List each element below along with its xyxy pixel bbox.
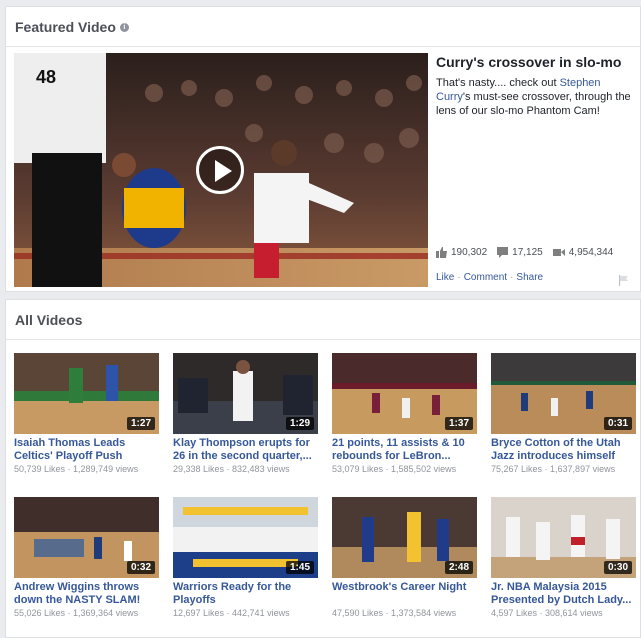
video-item[interactable]: 1:27 Isaiah Thomas Leads Celtics' Playof… <box>14 353 159 474</box>
video-duration: 0:31 <box>603 417 632 430</box>
video-duration: 1:27 <box>126 417 155 430</box>
video-thumbnail[interactable]: 0:30 <box>491 497 636 578</box>
video-duration: 1:37 <box>444 417 473 430</box>
video-thumbnail[interactable]: 2:48 <box>332 497 477 578</box>
featured-video-card: Featured Video i 48 Curry's crossover in… <box>5 6 641 292</box>
video-duration: 1:29 <box>285 417 314 430</box>
video-thumbnail[interactable]: 0:32 <box>14 497 159 578</box>
video-stats: 50,739 Likes · 1,289,749 views <box>14 464 139 474</box>
separator-dot: · <box>457 272 461 283</box>
all-videos-heading: All Videos <box>15 311 83 328</box>
desc-text-after: 's must-see crossover, through the lens … <box>436 91 631 117</box>
featured-video-actions: Like · Comment · Share <box>436 272 543 283</box>
separator-dot: · <box>510 272 514 283</box>
video-stats: 4,597 Likes · 308,614 views <box>491 608 603 618</box>
video-duration: 0:32 <box>126 561 155 574</box>
featured-video-info: Curry's crossover in slo-mo That's nasty… <box>436 53 636 118</box>
video-item[interactable]: 2:48 Westbrook's Career Night 47,590 Lik… <box>332 497 477 618</box>
video-thumbnail[interactable]: 1:29 <box>173 353 318 434</box>
video-title[interactable]: Bryce Cotton of the Utah Jazz introduces… <box>491 437 636 463</box>
comment-icon <box>497 247 509 258</box>
all-videos-card: All Videos 1:27 Isaiah Thomas Leads Celt… <box>5 299 641 638</box>
featured-video-header: Featured Video i <box>6 7 640 47</box>
video-item[interactable]: 1:29 Klay Thompson erupts for 26 in the … <box>173 353 318 474</box>
desc-text-before: That's nasty.... check out <box>436 77 560 89</box>
thumbs-up-icon <box>436 247 447 258</box>
video-stats: 75,267 Likes · 1,637,897 views <box>491 464 616 474</box>
referee-jersey-number: 48 <box>36 67 56 87</box>
video-duration: 0:30 <box>603 561 632 574</box>
video-camera-icon <box>552 249 565 256</box>
featured-video-title[interactable]: Curry's crossover in slo-mo <box>436 53 636 71</box>
comments-count: 17,125 <box>512 247 543 258</box>
video-title[interactable]: Warriors Ready for the Playoffs <box>173 581 318 607</box>
video-stats: 12,697 Likes · 442,741 views <box>173 608 290 618</box>
video-stats: 55,026 Likes · 1,369,364 views <box>14 608 139 618</box>
video-thumbnail[interactable]: 1:27 <box>14 353 159 434</box>
all-videos-header: All Videos <box>6 300 640 340</box>
featured-video-heading: Featured Video <box>15 18 116 35</box>
video-title[interactable]: Isaiah Thomas Leads Celtics' Playoff Pus… <box>14 437 159 463</box>
video-title[interactable]: Jr. NBA Malaysia 2015 Presented by Dutch… <box>491 581 636 607</box>
play-icon <box>215 160 232 182</box>
video-thumbnail[interactable]: 1:37 <box>332 353 477 434</box>
video-item[interactable]: 0:30 Jr. NBA Malaysia 2015 Presented by … <box>491 497 636 618</box>
video-duration: 2:48 <box>444 561 473 574</box>
play-button[interactable] <box>196 146 244 194</box>
flag-icon[interactable] <box>618 273 629 291</box>
video-item[interactable]: 1:37 21 points, 11 assists & 10 rebounds… <box>332 353 477 474</box>
info-icon[interactable]: i <box>119 22 129 32</box>
video-item[interactable]: 0:32 Andrew Wiggins throws down the NAST… <box>14 497 159 618</box>
views-count: 4,954,344 <box>568 247 614 258</box>
share-link[interactable]: Share <box>516 272 543 283</box>
video-title[interactable]: 21 points, 11 assists & 10 rebounds for … <box>332 437 477 463</box>
comment-link[interactable]: Comment <box>464 272 507 283</box>
video-stats: 53,079 Likes · 1,585,502 views <box>332 464 457 474</box>
video-title[interactable]: Klay Thompson erupts for 26 in the secon… <box>173 437 318 463</box>
likes-stat: 190,302 <box>436 247 487 258</box>
featured-video-stats: 190,302 17,125 4,954,344 <box>436 247 623 258</box>
video-title[interactable]: Westbrook's Career Night <box>332 581 477 607</box>
like-link[interactable]: Like <box>436 272 454 283</box>
views-stat: 4,954,344 <box>552 247 614 258</box>
featured-video-player[interactable]: 48 <box>14 53 428 287</box>
video-stats: 29,338 Likes · 832,483 views <box>173 464 290 474</box>
video-title[interactable]: Andrew Wiggins throws down the NASTY SLA… <box>14 581 159 607</box>
video-item[interactable]: 1:45 Warriors Ready for the Playoffs 12,… <box>173 497 318 618</box>
likes-count: 190,302 <box>451 247 488 258</box>
video-duration: 1:45 <box>285 561 314 574</box>
featured-video-description: That's nasty.... check out Stephen Curry… <box>436 76 636 118</box>
video-thumbnail[interactable]: 0:31 <box>491 353 636 434</box>
video-item[interactable]: 0:31 Bryce Cotton of the Utah Jazz intro… <box>491 353 636 474</box>
video-thumbnail[interactable]: 1:45 <box>173 497 318 578</box>
comments-stat: 17,125 <box>497 247 543 258</box>
video-stats: 47,590 Likes · 1,373,584 views <box>332 608 457 618</box>
